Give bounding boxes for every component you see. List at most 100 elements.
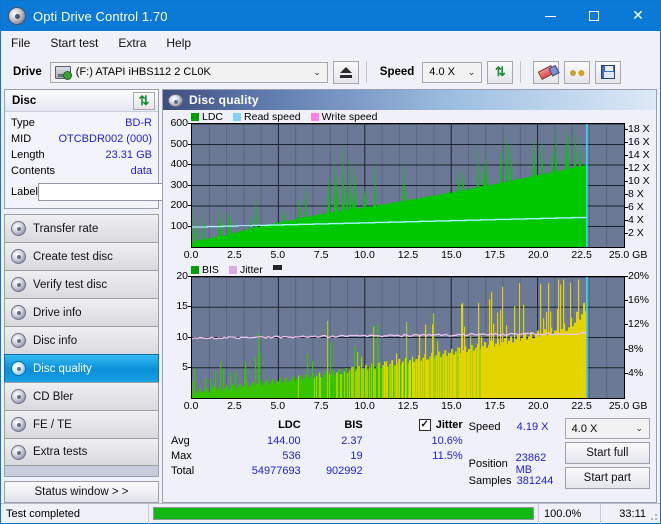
sidebar-item-verify-test-disc[interactable]: Verify test disc xyxy=(4,270,159,298)
disc-refresh-button[interactable]: ⇅ xyxy=(133,91,155,110)
legend-label-read-speed: Read speed xyxy=(244,110,301,123)
axis-tick-label: 2.5 xyxy=(227,249,242,261)
start-full-button[interactable]: Start full xyxy=(564,442,650,464)
legend-swatch-ldc xyxy=(191,112,199,121)
menu-item-file[interactable]: File xyxy=(11,36,30,50)
axis-tick-label: 25.0 GB xyxy=(608,400,648,412)
status-bar: Test completed 100.0% 33:11 xyxy=(1,503,660,524)
menu-item-help[interactable]: Help xyxy=(166,36,191,50)
sidebar-item-cd-bler[interactable]: CD Bler xyxy=(4,382,159,410)
stats-col-jitter: ✓ Jitter xyxy=(369,418,469,433)
axis-tick-label: 20 xyxy=(176,270,191,282)
drive-label: Drive xyxy=(13,66,42,78)
menu-item-start-test[interactable]: Start test xyxy=(50,36,98,50)
run-samples-value: 381244 xyxy=(516,474,554,487)
stats-table: LDC BIS ✓ Jitter Avg 144.00 2.37 10.6% M… xyxy=(169,418,469,478)
sidebar-item-label: Disc quality xyxy=(33,362,92,375)
speed-select-value: 4.0 X xyxy=(429,66,455,78)
axis-tick-label: 14 X xyxy=(625,149,650,162)
status-window-button[interactable]: Status window > > xyxy=(4,481,159,503)
disc-contents-label: Contents xyxy=(11,165,56,177)
stats-header-row: LDC BIS ✓ Jitter xyxy=(169,418,469,433)
close-icon: ✕ xyxy=(632,8,644,24)
axis-tick-label: 10 X xyxy=(625,175,650,188)
legend-label-bis: BIS xyxy=(202,263,219,276)
bis-plot-area[interactable] xyxy=(191,276,625,399)
eraser-icon xyxy=(537,64,556,80)
ldc-chart-block: LDC Read speed Write speed 100 200 300 400 5… xyxy=(163,110,656,263)
axis-tick-label: 7.5 xyxy=(313,400,329,412)
progress-fill xyxy=(154,508,533,519)
disc-info-rows: Type BD-R MID OTCBDR002 (000) Length 23.… xyxy=(5,112,239,208)
legend-label-write-speed: Write speed xyxy=(321,110,378,123)
disc-mid-value: OTCBDR002 (000) xyxy=(58,133,152,145)
sidebar-item-label: Extra tests xyxy=(33,446,88,458)
refresh-button[interactable]: ⇅ xyxy=(487,60,514,84)
minimize-icon xyxy=(544,15,556,17)
sidebar-item-transfer-rate[interactable]: Transfer rate xyxy=(4,214,159,242)
sidebar-item-disc-quality[interactable]: Disc quality xyxy=(4,354,159,382)
stats-max-jitter: 11.5% xyxy=(432,449,463,462)
stats-row-total-label: Total xyxy=(171,464,195,477)
axis-tick-label: 400 xyxy=(170,158,191,170)
axis-tick-label: 12.5 xyxy=(397,400,419,412)
disc-contents-value: data xyxy=(130,165,152,177)
run-speed-value: 4.19 X xyxy=(516,420,549,433)
save-button[interactable] xyxy=(595,60,622,84)
axis-tick-label: 17.5 xyxy=(484,400,506,412)
close-button[interactable]: ✕ xyxy=(616,1,660,31)
axis-tick-label: 12% xyxy=(624,318,650,331)
disc-length-label: Length xyxy=(11,149,45,161)
minimize-button[interactable] xyxy=(528,1,572,31)
axis-tick-label: 10.0 xyxy=(354,249,375,261)
menu-bar: File Start test Extra Help xyxy=(1,31,660,55)
axis-tick-label: 100 xyxy=(170,219,191,232)
title-bar: Opti Drive Control 1.70 ✕ xyxy=(1,1,660,31)
sidebar-item-create-test-disc[interactable]: Create test disc xyxy=(4,242,159,270)
axis-tick-label: 5.0 xyxy=(270,249,286,261)
axis-tick-label: 4% xyxy=(624,366,644,379)
stats-col-bis: BIS xyxy=(344,419,363,431)
legend-swatch-jitter xyxy=(228,265,237,274)
test-speed-select[interactable]: 4.0 X ⌄ xyxy=(564,418,650,439)
sidebar-item-disc-info[interactable]: Disc info xyxy=(4,326,159,354)
sidebar-item-drive-info[interactable]: Drive info xyxy=(4,298,159,326)
disc-row-length: Length 23.31 GB xyxy=(11,147,152,163)
axis-tick-label: 600 xyxy=(170,117,191,129)
axis-tick-label: 200 xyxy=(170,199,191,211)
start-part-button[interactable]: Start part xyxy=(564,467,650,489)
axis-tick-label: 22.5 xyxy=(571,249,592,261)
eject-icon xyxy=(339,66,352,73)
axis-tick-label: 0.0 xyxy=(183,400,199,412)
jitter-label: Jitter xyxy=(435,419,463,431)
disc-mid-label: MID xyxy=(11,133,32,145)
speed-select[interactable]: 4.0 X ⌄ xyxy=(422,61,483,83)
legend-marker-dark xyxy=(272,264,282,270)
menu-item-extra[interactable]: Extra xyxy=(118,36,146,50)
maximize-button[interactable] xyxy=(572,1,616,31)
sidebar-item-extra-tests[interactable]: Extra tests xyxy=(4,438,159,466)
axis-tick-label: 4 X xyxy=(625,214,644,227)
axis-tick-label: 25.0 GB xyxy=(608,249,648,261)
ldc-plot-area[interactable] xyxy=(191,123,625,248)
sidebar-item-fe-te[interactable]: FE / TE xyxy=(4,410,159,438)
bis-plot-wrap: 5 10 15 20 4% 8% 12% 16% 20% xyxy=(163,270,656,399)
stats-total-ldc: 54977693 xyxy=(251,464,301,477)
coins-icon: ●● xyxy=(568,64,586,80)
axis-tick-label: 15.0 xyxy=(441,400,462,412)
stats-corner xyxy=(169,418,227,433)
drive-icon xyxy=(54,65,72,80)
drive-select[interactable]: (F:) ATAPI iHBS112 2 CL0K ⌄ xyxy=(49,61,328,83)
bis-y-axis-left: 5 10 15 20 xyxy=(163,270,191,397)
run-speed-row: Speed 4.19 X xyxy=(469,418,565,435)
clear-button[interactable] xyxy=(533,60,560,84)
disc-panel-title: Disc xyxy=(12,94,37,107)
bis-chart-block: BIS Jitter 5 10 15 20 4% 8% 12% 16% 20% 0.0 2.5 5… xyxy=(163,263,656,414)
sidebar-item-label: Verify test disc xyxy=(33,278,108,291)
settings-button[interactable]: ●● xyxy=(564,60,591,84)
jitter-checkbox[interactable]: ✓ xyxy=(418,419,431,431)
eject-button[interactable] xyxy=(332,60,359,84)
disc-icon xyxy=(11,221,26,236)
resize-grip[interactable] xyxy=(648,511,658,521)
toolbar-divider-1 xyxy=(365,61,367,83)
